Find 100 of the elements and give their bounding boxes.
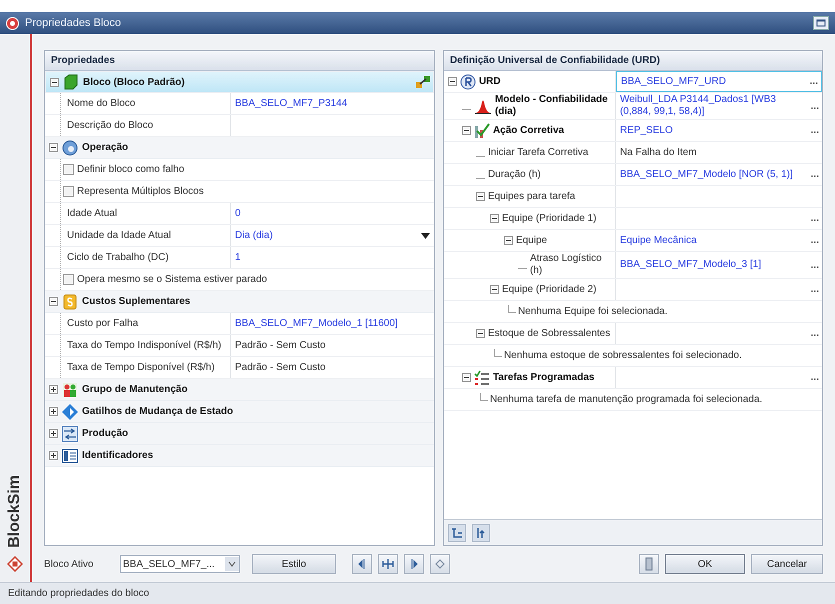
property-label: Custo por Falha bbox=[67, 318, 138, 330]
property-value[interactable]: 0 bbox=[235, 206, 430, 221]
window-title: Propriedades Bloco bbox=[25, 16, 122, 31]
tree-label[interactable]: Iniciar Tarefa Corretiva bbox=[488, 146, 588, 158]
category-label: Custos Suplementares bbox=[82, 295, 192, 309]
property-value[interactable]: Padrão - Sem Custo bbox=[235, 338, 430, 353]
category-row[interactable]: Gatilhos de Mudança de Estado bbox=[45, 401, 434, 423]
category-row[interactable]: Identificadores bbox=[45, 445, 434, 467]
logo-icon bbox=[7, 556, 23, 572]
property-value[interactable]: BBA_SELO_MF7_P3144 bbox=[235, 96, 430, 111]
status-text: Editando propriedades do bloco bbox=[8, 587, 150, 601]
tree-label[interactable]: Ação Corretiva bbox=[492, 124, 564, 136]
collapse-icon[interactable] bbox=[462, 373, 471, 382]
tree-label[interactable]: Tarefas Programadas bbox=[492, 372, 594, 384]
tree-collapse-button[interactable] bbox=[472, 524, 490, 542]
style-button[interactable]: Estilo bbox=[252, 554, 336, 574]
tree-value: BBA_SELO_MF7_URD bbox=[620, 76, 727, 88]
value-cell[interactable]: Weibull_LDA P3144_Dados1 [WB3 (0,884, 99,1, 58,4)] ... bbox=[616, 93, 822, 119]
collapse-icon[interactable] bbox=[49, 143, 58, 152]
expand-icon[interactable] bbox=[49, 429, 58, 438]
checkbox[interactable] bbox=[63, 274, 74, 285]
ellipsis-button[interactable]: ... bbox=[810, 326, 819, 341]
value-cell[interactable]: Na Falha do Item bbox=[616, 142, 822, 163]
empty-note: Nenhuma tarefa de manutenção programada foi selecionada. bbox=[490, 393, 762, 407]
badge-icon bbox=[460, 74, 476, 90]
previous-button[interactable] bbox=[352, 554, 372, 574]
ellipsis-button[interactable]: ... bbox=[810, 282, 819, 297]
category-row[interactable]: Custos Suplementares bbox=[45, 291, 434, 313]
maximize-button[interactable] bbox=[813, 16, 829, 30]
category-row[interactable]: Operação bbox=[45, 137, 434, 159]
tree-value: Equipe Mecânica bbox=[620, 234, 698, 246]
ellipsis-button[interactable]: ... bbox=[810, 370, 819, 385]
category-label: Grupo de Manutenção bbox=[82, 383, 189, 397]
tree-label[interactable]: Modelo - Confiabilidade (dia) bbox=[494, 94, 615, 118]
tree-label[interactable]: Equipe bbox=[516, 234, 548, 246]
ellipsis-button[interactable]: ... bbox=[810, 74, 818, 89]
collapse-icon[interactable] bbox=[49, 297, 58, 306]
collapse-icon[interactable] bbox=[50, 78, 59, 86]
property-label: Nome do Bloco bbox=[67, 98, 136, 110]
link-icon[interactable] bbox=[414, 74, 431, 90]
value-cell[interactable]: Equipe Mecânica ... bbox=[616, 230, 822, 251]
ellipsis-button[interactable]: ... bbox=[810, 258, 819, 272]
tree-expand-button[interactable] bbox=[448, 524, 466, 542]
tree-label[interactable]: Equipe (Prioridade 2) bbox=[502, 284, 596, 296]
collapse-icon[interactable] bbox=[504, 236, 513, 245]
checkbox[interactable] bbox=[63, 186, 74, 197]
ellipsis-button[interactable]: ... bbox=[810, 233, 819, 248]
checkbox[interactable] bbox=[63, 164, 74, 175]
expand-icon[interactable] bbox=[49, 407, 58, 416]
ellipsis-button[interactable]: ... bbox=[810, 211, 819, 226]
diamond-icon bbox=[434, 558, 446, 570]
grid-button[interactable] bbox=[378, 554, 398, 574]
tree-label[interactable]: Equipes para tarefa bbox=[488, 190, 576, 202]
caret-icon[interactable] bbox=[420, 232, 430, 238]
value-cell[interactable]: ... bbox=[616, 208, 822, 229]
tree-label[interactable]: Duração (h) bbox=[488, 168, 541, 180]
expand-icon[interactable] bbox=[49, 385, 58, 394]
ok-button[interactable]: OK bbox=[665, 554, 745, 574]
cancel-button[interactable]: Cancelar bbox=[751, 554, 823, 574]
value-cell[interactable]: BBA_SELO_MF7_Modelo_3 [1] ... bbox=[616, 252, 822, 278]
tree-value: BBA_SELO_MF7_Modelo_3 [1] bbox=[620, 259, 762, 271]
property-label: Descrição do Bloco bbox=[67, 120, 154, 132]
refresh-button[interactable] bbox=[430, 554, 450, 574]
property-value[interactable]: 1 bbox=[235, 250, 430, 265]
ellipsis-button[interactable]: ... bbox=[810, 123, 819, 138]
checkbox-label: Opera mesmo se o Sistema estiver parado bbox=[77, 273, 268, 287]
collapse-icon[interactable] bbox=[448, 77, 457, 86]
collapse-icon[interactable] bbox=[476, 192, 485, 201]
dropdown-icon[interactable] bbox=[225, 557, 239, 571]
value-cell[interactable]: BBA_SELO_MF7_Modelo [NOR (5, 1)] ... bbox=[616, 164, 822, 185]
active-block-combo[interactable]: BBA_SELO_MF7_... bbox=[120, 555, 240, 573]
category-row[interactable]: Produção bbox=[45, 423, 434, 445]
property-value[interactable]: Dia (dia) bbox=[235, 228, 417, 243]
tree-label[interactable]: Estoque de Sobressalentes bbox=[488, 328, 610, 340]
panel-header: Definição Universal de Confiabilidade (URD) bbox=[444, 51, 822, 71]
collapse-icon[interactable] bbox=[462, 126, 471, 135]
value-cell[interactable]: REP_SELO ... bbox=[616, 120, 822, 141]
tree-label[interactable]: URD bbox=[478, 76, 501, 88]
expand-icon[interactable] bbox=[49, 451, 58, 460]
tree-value: BBA_SELO_MF7_Modelo [NOR (5, 1)] bbox=[620, 168, 794, 180]
tree-label[interactable]: Equipe (Prioridade 1) bbox=[502, 212, 596, 224]
ellipsis-button[interactable]: ... bbox=[810, 167, 819, 182]
tree-value: REP_SELO bbox=[620, 124, 674, 136]
property-value[interactable]: Padrão - Sem Custo bbox=[235, 360, 430, 375]
category-row[interactable]: Bloco (Bloco Padrão) bbox=[45, 71, 434, 93]
tree-label[interactable]: Atraso Logístico (h) bbox=[530, 253, 615, 277]
property-value[interactable]: BBA_SELO_MF7_Modelo_1 [11600] bbox=[235, 316, 430, 331]
value-cell[interactable]: ... bbox=[616, 367, 822, 388]
value-cell[interactable]: ... bbox=[616, 323, 822, 344]
collapse-icon[interactable] bbox=[490, 214, 499, 223]
coin-icon bbox=[62, 294, 78, 310]
category-row[interactable]: Grupo de Manutenção bbox=[45, 379, 434, 401]
next-button[interactable] bbox=[404, 554, 424, 574]
value-cell[interactable]: BBA_SELO_MF7_URD ... bbox=[616, 71, 822, 92]
bookmark-button[interactable] bbox=[639, 554, 659, 574]
collapse-icon[interactable] bbox=[490, 285, 499, 294]
collapse-icon[interactable] bbox=[476, 329, 485, 338]
ellipsis-button[interactable]: ... bbox=[810, 98, 819, 114]
value-cell[interactable]: ... bbox=[616, 279, 822, 300]
active-block-label: Bloco Ativo bbox=[44, 558, 94, 572]
